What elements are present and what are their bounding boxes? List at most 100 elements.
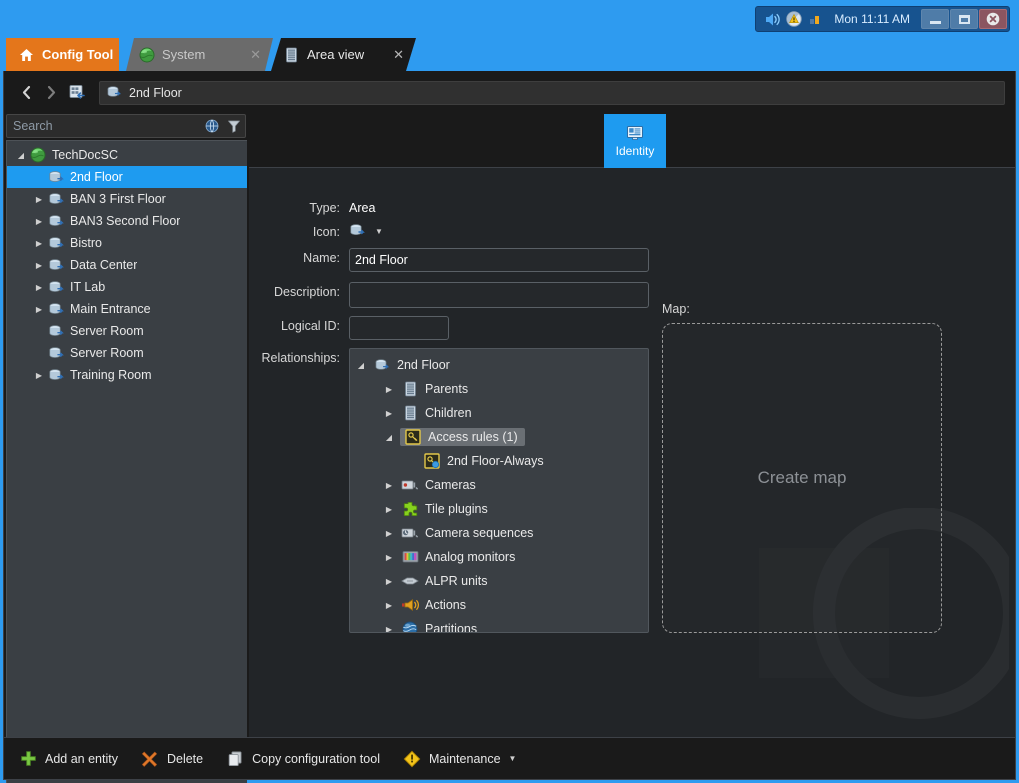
- expand-arrow-icon[interactable]: ▶: [31, 239, 47, 248]
- expand-arrow-icon[interactable]: ▶: [378, 481, 400, 490]
- relationship-node-actions[interactable]: ▶Actions: [350, 593, 648, 617]
- sidebar-item-2nd-floor[interactable]: 2nd Floor: [7, 166, 247, 188]
- tab-config-tool[interactable]: Config Tool: [6, 38, 119, 71]
- back-button[interactable]: [14, 80, 39, 105]
- sidebar-item-main-entrance[interactable]: ▶Main Entrance: [7, 298, 247, 320]
- sidebar-item-techdocsc[interactable]: ◢TechDocSC: [7, 144, 247, 166]
- expand-arrow-icon[interactable]: ▶: [31, 283, 47, 292]
- relationships-tree[interactable]: ◢ 2nd Floor ▶Parents▶Children◢Access rul: [349, 348, 649, 633]
- expand-arrow-icon[interactable]: ▶: [31, 371, 47, 380]
- sidebar-item-training-room[interactable]: ▶Training Room: [7, 364, 247, 386]
- description-field[interactable]: [349, 282, 649, 308]
- area-icon: [106, 85, 122, 101]
- expand-arrow-icon[interactable]: ▶: [378, 385, 400, 394]
- chevron-down-icon[interactable]: ▼: [375, 227, 383, 236]
- tray-clock[interactable]: Mon 11:11 AM: [828, 12, 920, 26]
- main-window-body: 2nd Floor ◢TechDocS: [3, 71, 1016, 780]
- search-scope-icon[interactable]: [201, 116, 223, 136]
- maintenance-icon: [402, 749, 422, 769]
- expand-arrow-icon[interactable]: ▶: [378, 577, 400, 586]
- collapse-arrow-icon[interactable]: ◢: [13, 151, 29, 160]
- building-icon: [400, 405, 420, 421]
- chevron-right-icon: [46, 86, 57, 99]
- sidebar-item-server-room[interactable]: Server Room: [7, 342, 247, 364]
- tab-area-view-close-icon[interactable]: ✕: [385, 47, 404, 63]
- icon-row: Icon: ▼: [249, 222, 383, 239]
- recent-entities-button[interactable]: [64, 80, 89, 105]
- relationship-node-children[interactable]: ▶Children: [350, 401, 648, 425]
- tab-identity[interactable]: Identity: [604, 114, 666, 168]
- sidebar-item-server-room[interactable]: Server Room: [7, 320, 247, 342]
- relationship-node-label: Parents: [425, 382, 468, 396]
- node-content: Analog monitors: [400, 550, 515, 564]
- icon-picker[interactable]: ▼: [349, 222, 383, 239]
- expand-arrow-icon[interactable]: ▶: [378, 409, 400, 418]
- left-panel: ◢TechDocSC 2nd Floor ▶BAN 3 First Floor▶BA…: [4, 114, 249, 780]
- sidebar-item-ban3-second-floor[interactable]: ▶BAN3 Second Floor: [7, 210, 247, 232]
- sidebar-item-ban-3-first-floor[interactable]: ▶BAN 3 First Floor: [7, 188, 247, 210]
- expand-arrow-icon[interactable]: ▶: [378, 505, 400, 514]
- expand-arrow-icon[interactable]: ▶: [31, 261, 47, 270]
- area-icon: [47, 170, 65, 185]
- expand-arrow-icon[interactable]: ▶: [378, 553, 400, 562]
- maximize-button[interactable]: [950, 9, 978, 29]
- search-box[interactable]: [6, 114, 246, 138]
- expand-arrow-icon[interactable]: ▶: [378, 625, 400, 634]
- minimize-button[interactable]: [921, 9, 949, 29]
- relationship-node-2nd-floor-always[interactable]: 2nd Floor-Always: [350, 449, 648, 473]
- action-icon: [400, 598, 420, 612]
- area-icon: [47, 324, 65, 339]
- relationship-node-camera-sequences[interactable]: ▶Camera sequences: [350, 521, 648, 545]
- tab-system[interactable]: System ✕: [126, 38, 273, 71]
- maintenance-button[interactable]: Maintenance ▼: [402, 744, 517, 774]
- tab-system-close-icon[interactable]: ✕: [242, 47, 261, 63]
- node-content: Cameras: [400, 478, 476, 492]
- close-button[interactable]: [979, 9, 1007, 29]
- expand-arrow-icon[interactable]: ▶: [378, 601, 400, 610]
- relationship-node-tile-plugins[interactable]: ▶Tile plugins: [350, 497, 648, 521]
- speaker-icon[interactable]: [762, 9, 782, 29]
- node-content: 2nd Floor-Always: [422, 453, 544, 469]
- filter-icon[interactable]: [223, 116, 245, 136]
- forward-button[interactable]: [39, 80, 64, 105]
- access-rule-icon: [403, 429, 423, 445]
- relationships-row: Relationships: ◢ 2nd Floor: [249, 348, 649, 633]
- expand-arrow-icon[interactable]: ▶: [31, 195, 47, 204]
- expand-arrow-icon[interactable]: ◢: [350, 361, 372, 370]
- sidebar-item-data-center[interactable]: ▶Data Center: [7, 254, 247, 276]
- relationship-node-partitions[interactable]: ▶ Partitions: [350, 617, 648, 633]
- area-icon: [349, 223, 366, 239]
- sidebar-item-bistro[interactable]: ▶Bistro: [7, 232, 247, 254]
- relationship-node-cameras[interactable]: ▶Cameras: [350, 473, 648, 497]
- type-label: Type:: [249, 198, 349, 215]
- alpr-icon: [400, 575, 420, 587]
- create-map-dropzone[interactable]: Create map: [662, 323, 942, 633]
- relationship-node-analog-monitors[interactable]: ▶Analog monitors: [350, 545, 648, 569]
- delete-button[interactable]: Delete: [140, 744, 203, 774]
- name-field[interactable]: [349, 248, 649, 272]
- create-map-placeholder: Create map: [758, 468, 847, 488]
- collapse-arrow-icon[interactable]: ◢: [378, 433, 400, 442]
- relationship-node-access-rules-1[interactable]: ◢Access rules (1): [350, 425, 648, 449]
- search-input[interactable]: [7, 115, 201, 137]
- logical-id-field[interactable]: [349, 316, 449, 340]
- identity-tab-bar: Identity: [249, 114, 1015, 168]
- relationships-root-row[interactable]: ◢ 2nd Floor: [350, 353, 648, 377]
- expand-arrow-icon[interactable]: ▶: [31, 217, 47, 226]
- sidebar-item-label: 2nd Floor: [70, 170, 123, 184]
- chevron-down-icon[interactable]: ▼: [509, 754, 517, 763]
- relationship-node-alpr-units[interactable]: ▶ALPR units: [350, 569, 648, 593]
- expand-arrow-icon[interactable]: ▶: [31, 305, 47, 314]
- tab-area-view[interactable]: Area view ✕: [271, 38, 416, 71]
- address-bar[interactable]: 2nd Floor: [99, 81, 1005, 105]
- entity-tree-panel[interactable]: ◢TechDocSC 2nd Floor ▶BAN 3 First Floor▶BA…: [6, 140, 247, 783]
- relationship-node-label: Partitions: [425, 622, 477, 633]
- relationship-node-parents[interactable]: ▶ Parents: [350, 377, 648, 401]
- security-warning-icon[interactable]: [784, 9, 804, 29]
- expand-arrow-icon[interactable]: ▶: [378, 529, 400, 538]
- copy-configuration-tool-button[interactable]: Copy configuration tool: [225, 744, 380, 774]
- network-icon[interactable]: [806, 9, 826, 29]
- relationships-root-label: 2nd Floor: [397, 358, 450, 372]
- add-entity-button[interactable]: Add an entity: [18, 744, 118, 774]
- sidebar-item-it-lab[interactable]: ▶IT Lab: [7, 276, 247, 298]
